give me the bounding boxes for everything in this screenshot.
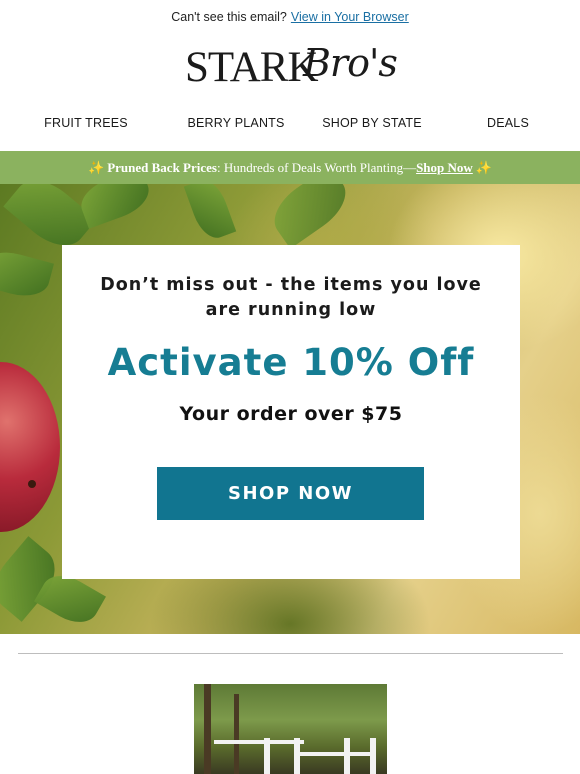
apple-image	[0, 362, 60, 532]
promo-title: Pruned Back Prices	[107, 159, 217, 175]
apple-stem-spot	[28, 480, 36, 488]
tree-trunk	[234, 694, 239, 774]
logo-area: STARK Bro's	[0, 33, 580, 95]
nav-shop-by-state[interactable]: SHOP BY STATE	[300, 116, 444, 130]
promo-shop-now-link[interactable]: Shop Now	[416, 160, 473, 176]
leaf-decoration	[75, 184, 155, 229]
offer-intro: Don’t miss out - the items you love are …	[62, 273, 520, 323]
offer-subline: Your order over $75	[179, 403, 403, 425]
section-divider	[18, 653, 563, 654]
view-in-browser-bar: Can't see this email? View in Your Brows…	[0, 0, 580, 33]
fence-post	[370, 738, 376, 774]
nav-fruit-trees[interactable]: FRUIT TREES	[0, 116, 172, 130]
hero-banner[interactable]: Don’t miss out - the items you love are …	[0, 184, 580, 634]
promo-banner: ✨ Pruned Back Prices : Hundreds of Deals…	[0, 151, 580, 184]
sparkle-icon: ✨	[475, 159, 492, 175]
offer-intro-line-2: are running low	[205, 300, 377, 320]
nav-berry-plants[interactable]: BERRY PLANTS	[172, 116, 300, 130]
shop-now-button[interactable]: SHOP NOW	[157, 467, 424, 520]
fence-post	[344, 738, 350, 774]
leaf-decoration	[0, 245, 54, 303]
offer-intro-line-1: Don’t miss out - the items you love	[100, 275, 482, 295]
nav-deals[interactable]: DEALS	[444, 116, 572, 130]
view-in-browser-link[interactable]: View in Your Browser	[291, 10, 409, 24]
fence-post	[264, 738, 270, 774]
fence-rail	[294, 752, 374, 756]
stark-bros-logo[interactable]: STARK Bro's	[185, 39, 398, 91]
main-nav: FRUIT TREES BERRY PLANTS SHOP BY STATE D…	[0, 95, 580, 151]
logo-stark-text: STARK	[185, 44, 319, 91]
promo-text: : Hundreds of Deals Worth Planting—	[216, 159, 417, 175]
offer-headline: Activate 10% Off	[107, 341, 475, 384]
fence-post	[294, 738, 300, 774]
garden-fence-photo[interactable]	[194, 684, 387, 774]
leaf-decoration	[264, 184, 356, 249]
logo-bros-script: Bro's	[303, 41, 398, 85]
cant-see-email-text: Can't see this email?	[171, 9, 287, 24]
fence-rail	[214, 740, 304, 744]
offer-card: Don’t miss out - the items you love are …	[62, 245, 520, 579]
sparkle-icon: ✨	[88, 159, 105, 175]
tree-trunk	[204, 684, 211, 774]
leaf-decoration	[183, 184, 237, 244]
